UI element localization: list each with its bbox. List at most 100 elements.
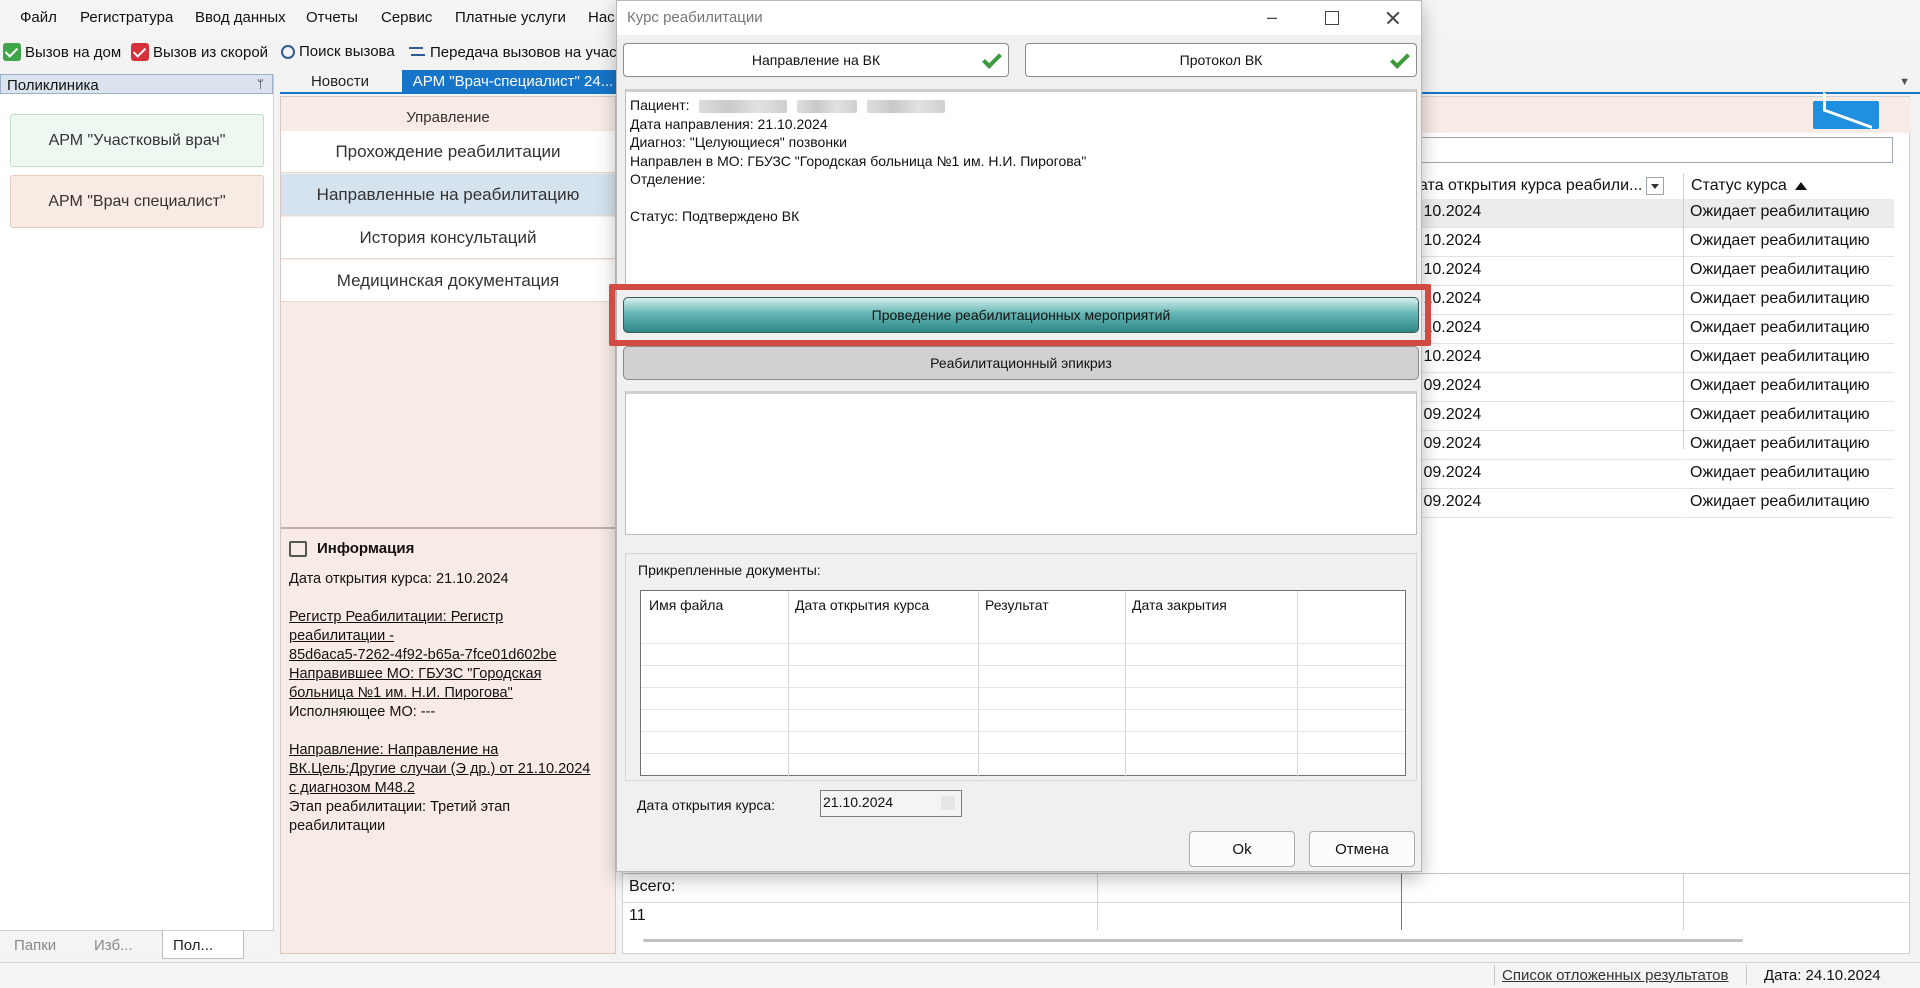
dialog-title-bar: Курс реабилитации – bbox=[617, 1, 1421, 35]
mgmt-item-rehab-progress[interactable]: Прохождение реабилитации bbox=[281, 131, 615, 173]
deferred-results-link[interactable]: Список отложенных результатов bbox=[1502, 967, 1728, 984]
filter-input[interactable] bbox=[1383, 137, 1893, 163]
details-box bbox=[625, 391, 1417, 535]
cancel-button[interactable]: Отмена bbox=[1309, 831, 1415, 867]
table-row-date[interactable]: .10.2024 bbox=[1413, 257, 1683, 286]
menu-settings[interactable]: Нас bbox=[588, 9, 615, 26]
chevron-down-icon[interactable]: ▼ bbox=[1899, 76, 1910, 88]
table-row-date[interactable]: .09.2024 bbox=[1413, 402, 1683, 431]
info-direction-link[interactable]: Направление: Направление на bbox=[289, 742, 498, 758]
table-row-date[interactable]: .10.2024 bbox=[1413, 199, 1683, 228]
management-panel: Управление Прохождение реабилитации Напр… bbox=[280, 96, 616, 954]
table-row-date[interactable]: .09.2024 bbox=[1413, 460, 1683, 489]
mgmt-item-consultation-history[interactable]: История консультаций bbox=[281, 217, 615, 259]
table-row-status[interactable]: Ожидает реабилитацию bbox=[1684, 315, 1894, 344]
table-row-status[interactable]: Ожидает реабилитацию bbox=[1684, 373, 1894, 402]
attached-documents-section: Прикрепленные документы: Имя файла Дата … bbox=[625, 553, 1417, 781]
table-row-status[interactable]: Ожидает реабилитацию bbox=[1684, 431, 1894, 460]
info-registry-link[interactable]: реабилитации - bbox=[289, 628, 394, 644]
info-executing-mo: Исполняющее МО: --- bbox=[289, 704, 436, 720]
table-row-status[interactable]: Ожидает реабилитацию bbox=[1684, 489, 1894, 518]
sent-to-mo: Направлен в МО: ГБУЗС "Городская больниц… bbox=[630, 152, 1087, 169]
menu-file[interactable]: Файл bbox=[20, 9, 57, 26]
transfer-calls-button[interactable]: Передача вызовов на учас bbox=[408, 43, 617, 61]
info-rehab-stage: Этап реабилитации: Третий этап bbox=[289, 799, 511, 815]
table-row-date[interactable]: .09.2024 bbox=[1413, 489, 1683, 518]
horizontal-scrollbar[interactable] bbox=[643, 939, 1743, 942]
transfer-icon bbox=[408, 43, 426, 61]
department: Отделение: bbox=[630, 171, 706, 187]
table-row-status[interactable]: Ожидает реабилитацию bbox=[1684, 257, 1894, 286]
rehab-epicrisis-button[interactable]: Реабилитационный эпикриз bbox=[623, 346, 1419, 380]
column-header-file-name[interactable]: Имя файла bbox=[649, 597, 723, 613]
table-row-date[interactable]: .09.2024 bbox=[1413, 373, 1683, 402]
table-row-date[interactable]: .10.2024 bbox=[1413, 228, 1683, 257]
pin-icon[interactable]: ᛘ bbox=[257, 77, 264, 91]
redacted-name bbox=[699, 99, 788, 113]
table-row-status[interactable]: Ожидает реабилитацию bbox=[1684, 286, 1894, 315]
mgmt-item-sent-to-rehab[interactable]: Направленные на реабилитацию bbox=[281, 174, 615, 216]
total-value: 11 bbox=[629, 907, 646, 924]
vk-direction-button[interactable]: Направление на ВК bbox=[623, 43, 1009, 77]
open-date-label: Дата открытия курса: bbox=[637, 797, 776, 813]
calendar-icon[interactable] bbox=[941, 796, 955, 810]
table-row-status[interactable]: Ожидает реабилитацию bbox=[1684, 460, 1894, 489]
tab-arm-specialist[interactable]: АРМ "Врач-специалист" 24... bbox=[402, 70, 624, 92]
check-icon bbox=[3, 43, 21, 61]
tab-folders[interactable]: Папки bbox=[14, 937, 56, 954]
minimize-icon[interactable]: – bbox=[1257, 7, 1287, 28]
menu-registry[interactable]: Регистратура bbox=[80, 9, 173, 26]
open-date-field[interactable]: 21.10.2024 bbox=[820, 790, 962, 817]
total-label: Всего: bbox=[629, 878, 676, 895]
info-direction-link[interactable]: с диагнозом М48.2 bbox=[289, 780, 415, 796]
home-call-button[interactable]: Вызов на дом bbox=[3, 43, 121, 61]
vk-protocol-button[interactable]: Протокол ВК bbox=[1025, 43, 1417, 77]
column-header-status[interactable]: Статус курса bbox=[1685, 173, 1813, 199]
diagnosis: Диагноз: "Целующиеся" позвонки bbox=[630, 134, 848, 150]
check-icon bbox=[131, 43, 149, 61]
info-sending-mo-link[interactable]: Направившее МО: ГБУЗС "Городская bbox=[289, 666, 541, 682]
menu-paid-services[interactable]: Платные услуги bbox=[455, 9, 566, 26]
column-header-close-date[interactable]: Дата закрытия bbox=[1132, 597, 1227, 613]
arm-district-doctor-button[interactable]: АРМ "Участковый врач" bbox=[10, 114, 264, 167]
table-row-status[interactable]: Ожидает реабилитацию bbox=[1684, 344, 1894, 373]
filter-dropdown-icon[interactable] bbox=[1646, 177, 1665, 195]
menu-service[interactable]: Сервис bbox=[381, 9, 432, 26]
ambulance-call-button[interactable]: Вызов из скорой bbox=[131, 43, 268, 61]
ok-button[interactable]: Ok bbox=[1189, 831, 1295, 867]
table-row-date[interactable]: .10.2024 bbox=[1413, 286, 1683, 315]
grid-totals: Всего: 11 bbox=[623, 873, 1911, 933]
info-registry-link[interactable]: Регистр Реабилитации: Регистр bbox=[289, 609, 503, 625]
table-row-date[interactable]: .10.2024 bbox=[1413, 344, 1683, 373]
menu-reports[interactable]: Отчеты bbox=[306, 9, 358, 26]
attached-documents-label: Прикрепленные документы: bbox=[638, 562, 821, 578]
column-header-open-date[interactable]: ата открытия курса реабили... bbox=[1413, 173, 1670, 199]
maximize-icon[interactable] bbox=[1317, 7, 1347, 29]
tab-news[interactable]: Новости bbox=[280, 70, 400, 92]
info-registry-link[interactable]: 85d6aca5-7262-4f92-b65a-7fce01d602be bbox=[289, 647, 557, 663]
tab-favorites[interactable]: Изб... bbox=[94, 937, 133, 954]
mgmt-item-medical-docs[interactable]: Медицинская документация bbox=[281, 260, 615, 302]
table-row-date[interactable]: .10.2024 bbox=[1413, 315, 1683, 344]
status-bar: Список отложенных результатов Дата: 24.1… bbox=[0, 962, 1920, 988]
table-row-status[interactable]: Ожидает реабилитацию bbox=[1684, 228, 1894, 257]
table-row-status[interactable]: Ожидает реабилитацию bbox=[1684, 199, 1894, 228]
table-row-status[interactable]: Ожидает реабилитацию bbox=[1684, 402, 1894, 431]
management-title: Управление bbox=[406, 109, 490, 126]
info-sending-mo-link[interactable]: больница №1 им. Н.И. Пирогова" bbox=[289, 685, 513, 701]
search-call-button[interactable]: Поиск вызова bbox=[281, 43, 395, 60]
info-section: Информация Дата открытия курса: 21.10.20… bbox=[281, 527, 615, 955]
redacted-name bbox=[797, 99, 858, 113]
info-header: Информация bbox=[289, 539, 607, 558]
tab-polyclinic[interactable]: Пол... bbox=[162, 931, 245, 959]
search-icon bbox=[281, 44, 295, 59]
info-direction-link[interactable]: ВК.Цель:Другие случаи (Э др.) от 21.10.2… bbox=[289, 761, 590, 777]
envelope-icon[interactable] bbox=[1813, 101, 1879, 129]
left-panel-header: Поликлиника ᛘ bbox=[0, 74, 273, 94]
table-row-date[interactable]: .09.2024 bbox=[1413, 431, 1683, 460]
column-header-course-open-date[interactable]: Дата открытия курса bbox=[795, 597, 929, 613]
check-icon bbox=[1388, 50, 1408, 70]
arm-specialist-button[interactable]: АРМ "Врач специалист" bbox=[10, 175, 264, 228]
column-header-result[interactable]: Результат bbox=[985, 597, 1049, 613]
menu-data-entry[interactable]: Ввод данных bbox=[195, 9, 286, 26]
